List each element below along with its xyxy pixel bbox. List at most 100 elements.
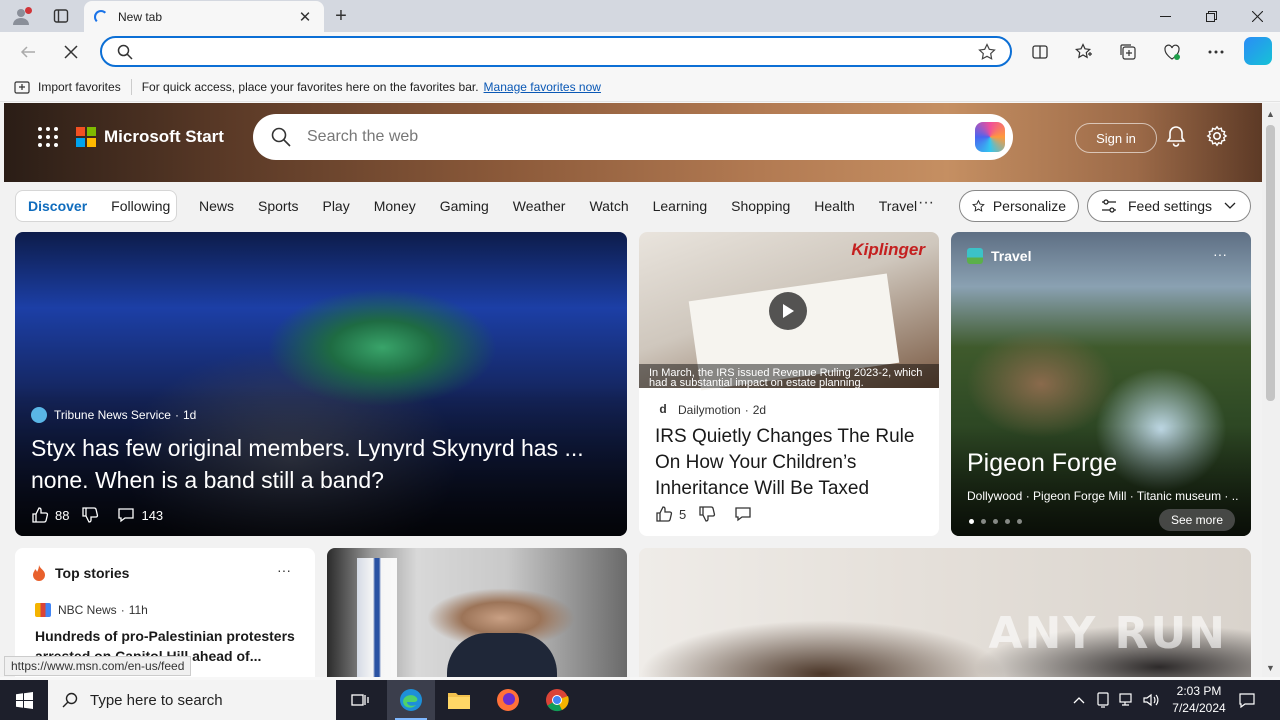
personalize-button[interactable]: Personalize	[959, 190, 1079, 222]
edge-icon	[400, 689, 422, 711]
nav-play[interactable]: Play	[322, 198, 349, 214]
notification-icon	[1239, 693, 1255, 708]
tray-overflow-button[interactable]	[1068, 680, 1090, 720]
lifestyle-story-card[interactable]: ANY RUN	[639, 548, 1251, 677]
stop-button[interactable]	[56, 37, 86, 67]
comment-icon[interactable]	[734, 505, 752, 523]
sign-in-button[interactable]: Sign in	[1075, 123, 1157, 153]
import-favorites-button[interactable]: Import favorites	[14, 79, 121, 95]
notification-center-button[interactable]	[1236, 680, 1258, 720]
tray-network-button[interactable]	[1116, 680, 1138, 720]
flame-icon	[33, 565, 45, 581]
thumbs-up-icon[interactable]	[655, 505, 673, 523]
taskbar-firefox[interactable]	[484, 680, 532, 720]
back-button[interactable]	[13, 37, 43, 67]
settings-gear-icon[interactable]	[1206, 125, 1228, 147]
browser-essentials-button[interactable]	[1157, 37, 1187, 67]
taskbar-edge[interactable]	[387, 680, 435, 720]
settings-menu-button[interactable]	[1201, 37, 1231, 67]
close-window-button[interactable]	[1234, 0, 1280, 32]
scroll-thumb[interactable]	[1266, 125, 1275, 401]
sliders-icon	[1102, 199, 1116, 213]
more-dots-icon	[1208, 50, 1224, 54]
anyrun-watermark: ANY RUN	[988, 608, 1227, 659]
restore-button[interactable]	[1188, 0, 1234, 32]
nav-watch[interactable]: Watch	[589, 198, 628, 214]
clock-date: 7/24/2024	[1172, 701, 1226, 715]
sparkle-star-icon	[972, 199, 985, 212]
split-screen-button[interactable]	[1025, 37, 1055, 67]
close-tab-icon[interactable]: ✕	[296, 8, 314, 26]
address-bar[interactable]	[100, 36, 1012, 67]
story-headline[interactable]: IRS Quietly Changes The Rule On How Your…	[655, 424, 927, 502]
tab-new-tab[interactable]: New tab ✕	[84, 1, 324, 32]
app-launcher-icon[interactable]	[38, 127, 58, 147]
travel-destination-title[interactable]: Pigeon Forge	[967, 449, 1117, 478]
thumbs-down-icon[interactable]	[698, 505, 716, 523]
feed-settings-button[interactable]: Feed settings	[1087, 190, 1251, 222]
microsoft-start-logo[interactable]: Microsoft Start	[76, 127, 224, 147]
favorites-button[interactable]	[1069, 37, 1099, 67]
thumbs-up-icon[interactable]	[31, 506, 49, 524]
copilot-icon[interactable]	[975, 122, 1005, 152]
tray-volume-button[interactable]	[1140, 680, 1162, 720]
web-search-input[interactable]	[307, 124, 947, 150]
microsoft-logo-icon	[76, 127, 96, 147]
tab-actions-button[interactable]	[48, 4, 74, 28]
nav-shopping[interactable]: Shopping	[731, 198, 790, 214]
see-more-button[interactable]: See more	[1158, 509, 1235, 531]
nav-money[interactable]: Money	[374, 198, 416, 214]
travel-category-label: Travel	[991, 248, 1032, 264]
page-scrollbar[interactable]: ▲ ▼	[1262, 103, 1280, 677]
story-headline[interactable]: Styx has few original members. Lynyrd Sk…	[31, 432, 611, 496]
taskbar-file-explorer[interactable]	[435, 680, 483, 720]
card-more-options-icon[interactable]: ···	[1213, 246, 1227, 262]
play-video-icon[interactable]	[769, 292, 807, 330]
collections-button[interactable]	[1113, 37, 1143, 67]
system-clock[interactable]: 2:03 PM 7/24/2024	[1164, 683, 1234, 717]
nav-learning[interactable]: Learning	[653, 198, 708, 214]
nav-travel[interactable]: Travel	[879, 198, 917, 214]
irs-story-card[interactable]: Kiplinger In March, the IRS issued Reven…	[639, 232, 939, 536]
copilot-button[interactable]	[1244, 37, 1272, 65]
story-actions: 88 143	[31, 506, 175, 524]
thumbs-down-icon[interactable]	[81, 506, 99, 524]
network-icon	[1119, 693, 1132, 706]
tab-discover[interactable]: Discover	[16, 198, 99, 214]
politics-story-card[interactable]	[327, 548, 627, 677]
web-search-box[interactable]	[253, 114, 1013, 160]
taskbar-search-box[interactable]: Type here to search	[48, 680, 336, 720]
notifications-bell-icon[interactable]	[1165, 125, 1187, 147]
brand-name: Microsoft Start	[104, 127, 224, 146]
nbc-logo-icon	[35, 603, 51, 617]
profile-button[interactable]	[8, 4, 34, 28]
tray-device-button[interactable]	[1092, 680, 1114, 720]
nav-news[interactable]: News	[199, 198, 234, 214]
nav-gaming[interactable]: Gaming	[440, 198, 489, 214]
card-more-options-icon[interactable]: ···	[277, 562, 291, 578]
travel-card[interactable]: Travel ··· Pigeon Forge Dollywood · Pige…	[951, 232, 1251, 536]
scroll-up-icon[interactable]: ▲	[1266, 109, 1275, 119]
new-tab-button[interactable]: +	[330, 4, 352, 28]
tab-title: New tab	[118, 9, 163, 24]
task-view-button[interactable]	[336, 680, 384, 720]
start-button[interactable]	[0, 680, 48, 720]
nav-health[interactable]: Health	[814, 198, 854, 214]
split-screen-icon	[1032, 45, 1048, 59]
manage-favorites-link[interactable]: Manage favorites now	[484, 80, 601, 94]
nav-sports[interactable]: Sports	[258, 198, 298, 214]
nav-more-button[interactable]: ···	[918, 194, 934, 212]
favorites-bar: Import favorites For quick access, place…	[0, 72, 1280, 102]
flag-image	[357, 558, 397, 677]
top-stories-header: Top stories	[31, 564, 129, 582]
minimize-button[interactable]	[1142, 0, 1188, 32]
nav-weather[interactable]: Weather	[513, 198, 566, 214]
tab-following[interactable]: Following	[99, 198, 182, 214]
story-age: 1d	[182, 408, 197, 422]
favorite-star-icon[interactable]	[978, 43, 996, 61]
comment-icon[interactable]	[117, 506, 135, 524]
taskbar-chrome[interactable]	[533, 680, 581, 720]
tab-strip: New tab ✕ +	[0, 0, 1280, 32]
scroll-down-icon[interactable]: ▼	[1266, 663, 1275, 673]
main-story-card[interactable]: Tribune News Service · 1d Styx has few o…	[15, 232, 627, 536]
